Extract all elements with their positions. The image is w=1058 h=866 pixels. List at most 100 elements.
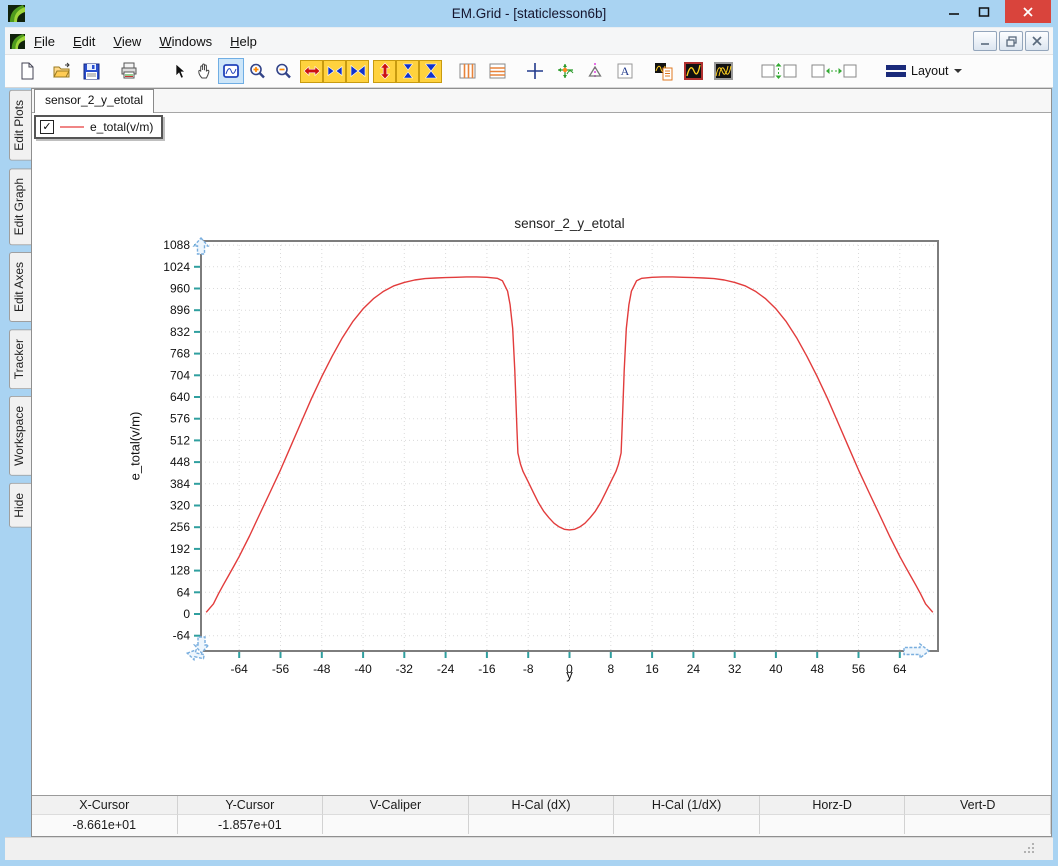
vertical-gridlines-icon bbox=[459, 63, 475, 79]
tracker-button[interactable] bbox=[552, 58, 578, 84]
axis-pan-down-handle[interactable] bbox=[184, 628, 220, 662]
zoom-box-icon bbox=[223, 64, 239, 78]
sidebar-tab-tracker[interactable]: Tracker bbox=[9, 329, 31, 390]
printer-icon bbox=[121, 62, 137, 79]
sidebar-tab-edit-plots[interactable]: Edit Plots bbox=[9, 90, 31, 161]
svg-text:-16: -16 bbox=[478, 662, 496, 676]
expand-y-button[interactable] bbox=[373, 59, 396, 83]
expand-x-button[interactable] bbox=[300, 59, 323, 83]
window-status-strip bbox=[5, 837, 1053, 860]
plot-properties-button[interactable] bbox=[650, 58, 676, 84]
chevron-down-icon bbox=[953, 69, 962, 73]
svg-text:64: 64 bbox=[893, 662, 907, 676]
horizontal-bowtie-icon bbox=[350, 64, 365, 78]
status-value-v-caliper bbox=[323, 815, 469, 834]
svg-text:-56: -56 bbox=[272, 662, 290, 676]
sidebar-tab-hide[interactable]: Hide bbox=[9, 483, 31, 528]
child-restore-button[interactable] bbox=[999, 31, 1023, 51]
legend-line-sample bbox=[60, 126, 84, 128]
tab-sensor-2-y-etotal[interactable]: sensor_2_y_etotal bbox=[34, 89, 155, 113]
status-value-h-cal-1dx bbox=[614, 815, 760, 834]
svg-text:-24: -24 bbox=[437, 662, 455, 676]
shrink-vertical-icon bbox=[402, 63, 413, 79]
sidebar-tab-edit-graph[interactable]: Edit Graph bbox=[9, 167, 31, 246]
crosshair-button[interactable] bbox=[522, 58, 548, 84]
open-folder-icon bbox=[52, 62, 70, 78]
align-vertical-button[interactable] bbox=[760, 58, 798, 84]
resize-grip[interactable] bbox=[1024, 843, 1035, 854]
status-value-horz-d bbox=[759, 815, 906, 834]
fit-x-button[interactable] bbox=[346, 59, 369, 83]
layout-dropdown[interactable]: Layout bbox=[880, 62, 968, 80]
chart-title: sensor_2_y_etotal bbox=[514, 216, 625, 231]
text-annotation-button[interactable]: A bbox=[612, 58, 638, 84]
caliper-button[interactable] bbox=[582, 58, 608, 84]
zoom-out-button[interactable] bbox=[270, 58, 296, 84]
axis-pan-right-handle[interactable] bbox=[900, 641, 930, 661]
svg-text:768: 768 bbox=[170, 347, 190, 361]
menu-windows[interactable]: Windows bbox=[150, 30, 221, 53]
legend-checkbox[interactable]: ✓ bbox=[40, 120, 54, 134]
new-document-button[interactable] bbox=[14, 58, 40, 84]
status-label-x-cursor: X-Cursor bbox=[32, 796, 178, 815]
svg-text:448: 448 bbox=[170, 455, 190, 469]
sidebar-tab-edit-axes[interactable]: Edit Axes bbox=[9, 252, 31, 323]
vertical-gridlines-button[interactable] bbox=[454, 58, 480, 84]
zoom-box-button[interactable] bbox=[218, 58, 244, 84]
print-button[interactable] bbox=[116, 58, 142, 84]
svg-text:256: 256 bbox=[170, 520, 190, 534]
svg-text:1024: 1024 bbox=[163, 260, 190, 274]
child-close-button[interactable] bbox=[1025, 31, 1049, 51]
svg-text:128: 128 bbox=[170, 564, 190, 578]
legend-label: e_total(v/m) bbox=[90, 120, 154, 134]
svg-text:960: 960 bbox=[170, 282, 190, 296]
window-title: EM.Grid - [staticlesson6b] bbox=[451, 6, 607, 21]
status-value-h-cal-dx bbox=[468, 815, 615, 834]
svg-text:-8: -8 bbox=[523, 662, 534, 676]
sidebar-tab-workspace[interactable]: Workspace bbox=[9, 396, 31, 477]
shrink-y-button[interactable] bbox=[396, 59, 419, 83]
align-horizontal-icon bbox=[811, 64, 857, 78]
svg-text:A: A bbox=[621, 64, 630, 78]
shrink-horizontal-icon bbox=[327, 65, 342, 77]
menu-file[interactable]: File bbox=[25, 30, 64, 53]
multi-plot-button[interactable] bbox=[710, 58, 736, 84]
svg-text:-64: -64 bbox=[231, 662, 249, 676]
status-label-horz-d: Horz-D bbox=[759, 796, 906, 815]
fit-y-button[interactable] bbox=[419, 59, 442, 83]
svg-text:-32: -32 bbox=[396, 662, 414, 676]
menu-edit[interactable]: Edit bbox=[64, 30, 104, 53]
close-icon bbox=[1032, 36, 1042, 46]
new-document-icon bbox=[21, 62, 34, 80]
svg-text:0: 0 bbox=[183, 607, 190, 621]
menu-view[interactable]: View bbox=[104, 30, 150, 53]
axis-pan-up-handle[interactable] bbox=[192, 237, 210, 263]
svg-text:64: 64 bbox=[177, 585, 191, 599]
pan-hand-button[interactable] bbox=[192, 58, 218, 84]
crosshair-icon bbox=[527, 63, 543, 79]
plot-properties-icon bbox=[654, 62, 672, 80]
toolbar: A Layout bbox=[5, 55, 1053, 88]
expand-vertical-icon bbox=[379, 62, 390, 80]
select-pointer-button[interactable] bbox=[166, 58, 192, 84]
svg-text:8: 8 bbox=[607, 662, 614, 676]
chart-plot-area[interactable]: -64 -56 -48 -40 -32 -24 -16 -8 0 8 16 24 32 40 48 56 64-… bbox=[152, 231, 982, 701]
tracker-cursor-icon bbox=[557, 64, 573, 78]
status-label-h-cal-1dx: H-Cal (1/dX) bbox=[614, 796, 760, 815]
single-plot-button[interactable] bbox=[680, 58, 706, 84]
child-minimize-button[interactable] bbox=[973, 31, 997, 51]
horizontal-gridlines-icon bbox=[489, 63, 505, 79]
shrink-x-button[interactable] bbox=[323, 59, 346, 83]
align-horizontal-button[interactable] bbox=[810, 58, 858, 84]
status-value-y-cursor: -1.857e+01 bbox=[177, 815, 324, 834]
svg-text:16: 16 bbox=[645, 662, 659, 676]
single-curve-icon bbox=[683, 62, 703, 80]
sidebar: Edit Plots Edit Graph Edit Axes Tracker … bbox=[0, 88, 31, 837]
plot-canvas[interactable]: ✓ e_total(v/m) sensor_2_y_etotal e_total… bbox=[32, 113, 1051, 795]
zoom-in-button[interactable] bbox=[244, 58, 270, 84]
horizontal-gridlines-button[interactable] bbox=[484, 58, 510, 84]
open-button[interactable] bbox=[48, 58, 74, 84]
menu-help[interactable]: Help bbox=[221, 30, 266, 53]
status-value-vert-d bbox=[905, 815, 1051, 834]
save-button[interactable] bbox=[78, 58, 104, 84]
